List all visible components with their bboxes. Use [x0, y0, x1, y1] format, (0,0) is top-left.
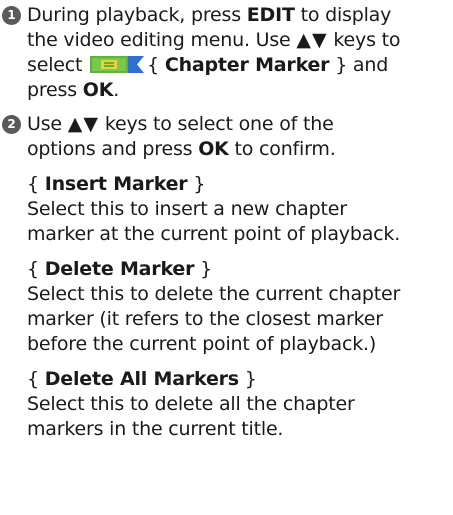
step-number-badge: 2: [2, 115, 21, 134]
option-title: { Delete Marker }: [27, 258, 212, 280]
step-1-line-4: press OK.: [27, 79, 120, 101]
step-2-text: Use ▲▼ keys to select one of the options…: [27, 112, 447, 162]
option-insert-marker: { Insert Marker } Select this to insert …: [27, 172, 447, 247]
step-number-badge: 1: [2, 6, 21, 25]
option-delete-all-markers: { Delete All Markers } Select this to de…: [27, 367, 447, 442]
option-description-line: marker (it refers to the closest marker: [27, 308, 383, 330]
step-1-line-1: During playback, press EDIT to display: [27, 4, 392, 26]
up-down-arrows-icon: ▲▼: [67, 113, 99, 135]
manual-page: 1 During playback, press EDIT to display…: [0, 0, 453, 515]
up-down-arrows-icon: ▲▼: [296, 29, 328, 51]
option-description-line: Select this to delete all the chapter: [27, 393, 355, 415]
option-description-line: markers in the current title.: [27, 418, 284, 440]
option-delete-marker: { Delete Marker } Select this to delete …: [27, 257, 447, 357]
option-description-line: Select this to delete the current chapte…: [27, 283, 401, 305]
option-description-line: before the current point of playback.): [27, 333, 377, 355]
step-2-line-1: Use ▲▼ keys to select one of the: [27, 113, 334, 135]
step-1-line-3: select { Chapter Marker } and: [27, 54, 389, 76]
step-2-line-2: options and press OK to confirm.: [27, 138, 336, 160]
edit-key: EDIT: [246, 4, 295, 26]
chapter-marker-option: Chapter Marker: [164, 54, 330, 76]
ok-key: OK: [82, 79, 114, 101]
step-1-line-2: the video editing menu. Use ▲▼ keys to: [27, 29, 401, 51]
option-description-line: Select this to insert a new chapter: [27, 198, 347, 220]
option-title: { Delete All Markers }: [27, 368, 257, 390]
option-description-line: marker at the current point of playback.: [27, 223, 401, 245]
chapter-marker-icon: [90, 56, 145, 73]
option-title: { Insert Marker }: [27, 173, 206, 195]
ok-key: OK: [198, 138, 229, 160]
step-1-text: During playback, press EDIT to display t…: [27, 3, 447, 103]
